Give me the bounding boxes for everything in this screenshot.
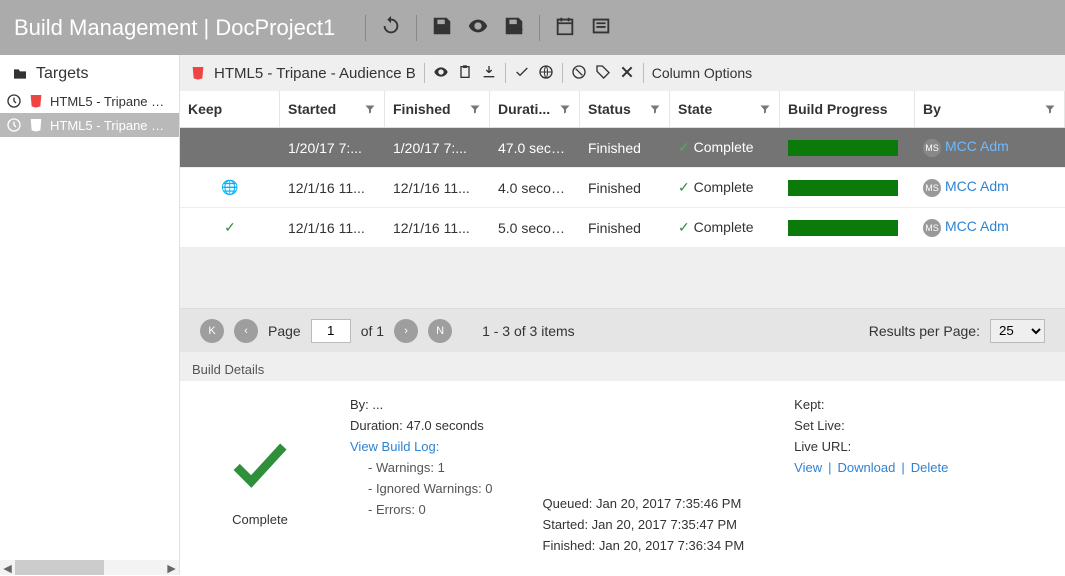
sidebar-item-target-1[interactable]: HTML5 - Tripane … bbox=[0, 113, 179, 137]
col-progress[interactable]: Build Progress bbox=[780, 91, 915, 127]
col-finished[interactable]: Finished bbox=[385, 91, 490, 127]
view-link[interactable]: View bbox=[794, 460, 822, 475]
detail-finished: Finished: Jan 20, 2017 7:36:34 PM bbox=[543, 538, 745, 553]
detail-ignored-warnings: - Ignored Warnings: 0 bbox=[350, 481, 493, 496]
col-keep[interactable]: Keep bbox=[180, 91, 280, 127]
sidebar-item-target-0[interactable]: HTML5 - Tripane … bbox=[0, 89, 179, 113]
divider bbox=[424, 63, 425, 83]
filter-icon[interactable] bbox=[364, 103, 376, 115]
clock-icon bbox=[6, 117, 22, 133]
col-by[interactable]: By bbox=[915, 91, 1065, 127]
col-status[interactable]: Status bbox=[580, 91, 670, 127]
divider bbox=[562, 63, 563, 83]
page-prev-button[interactable]: ‹ bbox=[234, 319, 258, 343]
detail-errors: - Errors: 0 bbox=[350, 502, 493, 517]
detail-queued: Queued: Jan 20, 2017 7:35:46 PM bbox=[543, 496, 745, 511]
details-heading: Build Details bbox=[180, 352, 1065, 381]
page-label: Page bbox=[268, 323, 301, 339]
stop-icon[interactable] bbox=[571, 64, 587, 83]
page-title: Build Management | DocProject1 bbox=[14, 15, 335, 41]
filter-icon[interactable] bbox=[1044, 103, 1056, 115]
table-row[interactable]: 🌐 12/1/16 11... 12/1/16 11... 4.0 second… bbox=[180, 168, 1065, 208]
progress-bar bbox=[788, 220, 898, 236]
detail-started: Started: Jan 20, 2017 7:35:47 PM bbox=[543, 517, 745, 532]
download-icon[interactable] bbox=[481, 64, 497, 83]
save-icon[interactable] bbox=[431, 15, 453, 40]
divider bbox=[539, 15, 540, 41]
clipboard-icon[interactable] bbox=[457, 64, 473, 83]
filter-icon[interactable] bbox=[649, 103, 661, 115]
detail-by-label: By: bbox=[350, 397, 369, 412]
avatar: MS bbox=[923, 139, 941, 157]
target-title: HTML5 - Tripane - Audience B bbox=[214, 65, 416, 82]
folder-icon bbox=[12, 66, 28, 82]
check-icon: ✓ bbox=[224, 219, 236, 235]
calendar-icon[interactable] bbox=[554, 15, 576, 40]
delete-link[interactable]: Delete bbox=[911, 460, 949, 475]
detail-kept: Kept: bbox=[794, 397, 948, 412]
filter-icon[interactable] bbox=[469, 103, 481, 115]
divider bbox=[416, 15, 417, 41]
detail-setlive: Set Live: bbox=[794, 418, 948, 433]
view-build-log-link[interactable]: View Build Log: bbox=[350, 439, 493, 454]
detail-by-value: ... bbox=[372, 397, 383, 412]
html5-icon bbox=[28, 93, 44, 109]
check-icon: ✓ bbox=[678, 219, 690, 235]
table-row[interactable]: 1/20/17 7:... 1/20/17 7:... 47.0 seconds… bbox=[180, 128, 1065, 168]
page-input[interactable] bbox=[311, 319, 351, 343]
close-icon[interactable] bbox=[619, 64, 635, 83]
col-duration[interactable]: Durati... bbox=[490, 91, 580, 127]
page-range: 1 - 3 of 3 items bbox=[482, 323, 575, 339]
filter-icon[interactable] bbox=[559, 103, 571, 115]
progress-bar bbox=[788, 180, 898, 196]
rpp-select[interactable]: 25 bbox=[990, 319, 1045, 343]
detail-warnings: - Warnings: 1 bbox=[350, 460, 493, 475]
avatar: MS bbox=[923, 179, 941, 197]
download-link[interactable]: Download bbox=[838, 460, 896, 475]
sidebar-heading: Targets bbox=[0, 55, 179, 89]
divider bbox=[505, 63, 506, 83]
clock-icon bbox=[6, 93, 22, 109]
globe-icon[interactable] bbox=[538, 64, 554, 83]
check-icon[interactable] bbox=[514, 64, 530, 83]
check-icon: ✓ bbox=[678, 139, 690, 155]
detail-duration: Duration: 47.0 seconds bbox=[350, 418, 493, 433]
status-complete-label: Complete bbox=[232, 512, 288, 527]
refresh-icon[interactable] bbox=[380, 15, 402, 40]
check-icon: ✓ bbox=[678, 179, 690, 195]
divider bbox=[643, 63, 644, 83]
detail-liveurl: Live URL: bbox=[794, 439, 948, 454]
column-options-link[interactable]: Column Options bbox=[652, 65, 752, 81]
page-next-button[interactable]: › bbox=[394, 319, 418, 343]
rpp-label: Results per Page: bbox=[869, 323, 980, 339]
html5-icon bbox=[190, 65, 206, 81]
globe-icon: 🌐 bbox=[221, 179, 238, 195]
col-started[interactable]: Started bbox=[280, 91, 385, 127]
tag-icon[interactable] bbox=[595, 64, 611, 83]
col-state[interactable]: State bbox=[670, 91, 780, 127]
table-row[interactable]: ✓ 12/1/16 11... 12/1/16 11... 5.0 second… bbox=[180, 208, 1065, 248]
page-of-label: of 1 bbox=[361, 323, 384, 339]
html5-icon bbox=[28, 117, 44, 133]
eye-icon[interactable] bbox=[467, 15, 489, 40]
eye-icon[interactable] bbox=[433, 64, 449, 83]
horizontal-scrollbar[interactable]: ◄ ► bbox=[0, 560, 179, 575]
progress-bar bbox=[788, 140, 898, 156]
divider bbox=[365, 15, 366, 41]
page-last-button[interactable]: N bbox=[428, 319, 452, 343]
avatar: MS bbox=[923, 219, 941, 237]
filter-icon[interactable] bbox=[759, 103, 771, 115]
page-first-button[interactable]: K bbox=[200, 319, 224, 343]
save-live-icon[interactable] bbox=[503, 15, 525, 40]
task-list-icon[interactable] bbox=[590, 15, 612, 40]
big-check-icon bbox=[225, 429, 295, 502]
